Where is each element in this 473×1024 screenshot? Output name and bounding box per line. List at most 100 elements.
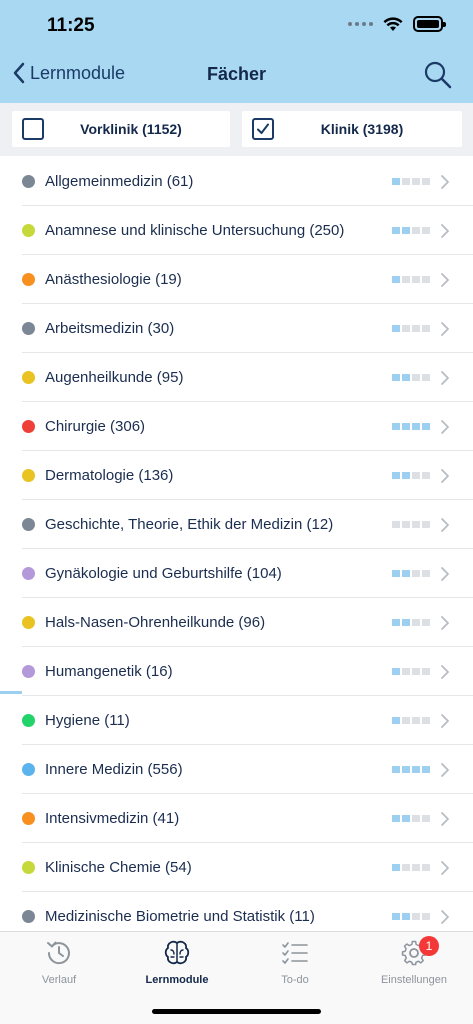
progress-indicator bbox=[392, 717, 430, 724]
subject-row[interactable]: Dermatologie (136) bbox=[22, 451, 473, 500]
tab-label: To-do bbox=[281, 974, 309, 986]
subject-color-dot bbox=[22, 517, 35, 531]
subject-row[interactable]: Humangenetik (16) bbox=[22, 647, 473, 696]
subject-label: Geschichte, Theorie, Ethik der Medizin (… bbox=[45, 515, 334, 533]
progress-segment bbox=[422, 668, 430, 675]
subject-row[interactable]: Medizinische Biometrie und Statistik (11… bbox=[22, 892, 473, 931]
progress-segment bbox=[412, 472, 420, 479]
wifi-icon bbox=[383, 16, 403, 31]
progress-segment bbox=[422, 570, 430, 577]
subject-color-dot bbox=[22, 272, 35, 286]
subject-label: Anästhesiologie (19) bbox=[45, 270, 182, 288]
checkmark-icon bbox=[257, 123, 269, 134]
progress-segment bbox=[422, 276, 430, 283]
progress-segment bbox=[392, 815, 400, 822]
progress-segment bbox=[402, 766, 410, 773]
checkbox-vorklinik[interactable] bbox=[22, 118, 44, 140]
subject-row[interactable]: Anästhesiologie (19) bbox=[22, 255, 473, 304]
progress-segment bbox=[392, 374, 400, 381]
history-icon bbox=[47, 941, 70, 965]
progress-indicator bbox=[392, 864, 430, 871]
progress-indicator bbox=[392, 178, 430, 185]
chevron-right-icon bbox=[441, 567, 449, 581]
subject-row[interactable]: Allgemeinmedizin (61) bbox=[22, 157, 473, 206]
tab-todo[interactable]: To-do bbox=[236, 938, 354, 986]
progress-segment bbox=[402, 913, 410, 920]
subject-color-dot bbox=[22, 713, 35, 727]
progress-segment bbox=[402, 864, 410, 871]
progress-indicator bbox=[392, 423, 430, 430]
progress-indicator bbox=[392, 815, 430, 822]
brain-icon bbox=[164, 940, 190, 965]
subject-color-dot bbox=[22, 223, 35, 237]
subject-row[interactable]: Intensivmedizin (41) bbox=[22, 794, 473, 843]
progress-segment bbox=[392, 717, 400, 724]
subject-row[interactable]: Klinische Chemie (54) bbox=[22, 843, 473, 892]
progress-segment bbox=[392, 178, 400, 185]
subject-color-dot bbox=[22, 419, 35, 433]
subject-row[interactable]: Geschichte, Theorie, Ethik der Medizin (… bbox=[22, 500, 473, 549]
progress-segment bbox=[422, 619, 430, 626]
subject-label: Medizinische Biometrie und Statistik (11… bbox=[45, 907, 315, 925]
subject-label: Intensivmedizin (41) bbox=[45, 809, 180, 827]
progress-segment bbox=[392, 227, 400, 234]
subject-label: Hals-Nasen-Ohrenheilkunde (96) bbox=[45, 613, 266, 631]
subject-label: Allgemeinmedizin (61) bbox=[45, 172, 194, 190]
subject-row[interactable]: Arbeitsmedizin (30) bbox=[22, 304, 473, 353]
progress-segment bbox=[402, 178, 410, 185]
tab-einstellungen[interactable]: 1 Einstellungen bbox=[355, 936, 473, 986]
top-bar: 11:25 Lernmodule Fächer bbox=[0, 0, 473, 103]
progress-indicator bbox=[392, 276, 430, 283]
subject-row[interactable]: Hals-Nasen-Ohrenheilkunde (96) bbox=[22, 598, 473, 647]
progress-segment bbox=[402, 717, 410, 724]
progress-segment bbox=[412, 864, 420, 871]
chevron-right-icon bbox=[441, 518, 449, 532]
progress-segment bbox=[412, 276, 420, 283]
progress-indicator bbox=[392, 570, 430, 577]
chevron-right-icon bbox=[441, 861, 449, 875]
checkbox-klinik[interactable] bbox=[252, 118, 274, 140]
subject-color-dot bbox=[22, 174, 35, 188]
tab-label: Lernmodule bbox=[145, 974, 209, 986]
chevron-right-icon bbox=[441, 910, 449, 924]
subject-row[interactable]: Augenheilkunde (95) bbox=[22, 353, 473, 402]
progress-segment bbox=[412, 521, 420, 528]
chevron-right-icon bbox=[441, 371, 449, 385]
subject-color-dot bbox=[22, 762, 35, 776]
subject-row[interactable]: Innere Medizin (556) bbox=[22, 745, 473, 794]
progress-segment bbox=[392, 472, 400, 479]
page-title: Fächer bbox=[206, 64, 267, 84]
subject-row[interactable]: Gynäkologie und Geburtshilfe (104) bbox=[22, 549, 473, 598]
subject-color-dot bbox=[22, 370, 35, 384]
signal-icon bbox=[348, 22, 373, 26]
progress-segment bbox=[412, 717, 420, 724]
progress-segment bbox=[392, 913, 400, 920]
progress-segment bbox=[412, 619, 420, 626]
chevron-right-icon bbox=[441, 616, 449, 630]
subject-color-dot bbox=[22, 321, 35, 335]
filter-vorklinik[interactable]: Vorklinik (1152) bbox=[12, 111, 230, 147]
subject-color-dot bbox=[22, 468, 35, 482]
filter-klinik[interactable]: Klinik (3198) bbox=[242, 111, 462, 147]
progress-indicator bbox=[392, 766, 430, 773]
tab-lernmodule[interactable]: Lernmodule bbox=[118, 938, 236, 986]
progress-segment bbox=[412, 570, 420, 577]
subject-color-dot bbox=[22, 909, 35, 923]
subject-row[interactable]: Anamnese und klinische Untersuchung (250… bbox=[22, 206, 473, 255]
search-button[interactable] bbox=[423, 60, 453, 95]
chevron-right-icon bbox=[441, 322, 449, 336]
progress-segment bbox=[412, 668, 420, 675]
progress-segment bbox=[422, 766, 430, 773]
progress-segment bbox=[402, 472, 410, 479]
subject-label: Dermatologie (136) bbox=[45, 466, 174, 484]
progress-indicator bbox=[392, 668, 430, 675]
subject-row[interactable]: Hygiene (11) bbox=[22, 696, 473, 745]
progress-segment bbox=[422, 423, 430, 430]
progress-segment bbox=[412, 766, 420, 773]
subject-row[interactable]: Chirurgie (306) bbox=[22, 402, 473, 451]
subject-label: Gynäkologie und Geburtshilfe (104) bbox=[45, 564, 282, 582]
tab-verlauf[interactable]: Verlauf bbox=[0, 938, 118, 986]
progress-indicator bbox=[392, 913, 430, 920]
subject-color-dot bbox=[22, 615, 35, 629]
progress-segment bbox=[402, 521, 410, 528]
